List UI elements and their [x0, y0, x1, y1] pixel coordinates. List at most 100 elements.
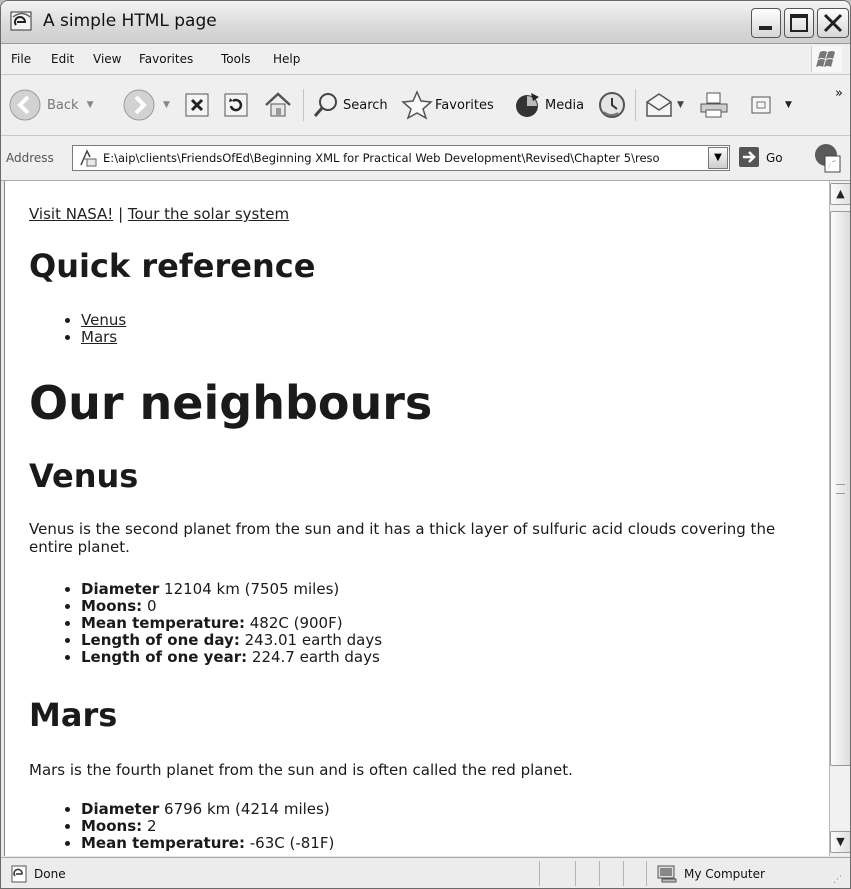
menu-favorites[interactable]: Favorites	[139, 52, 193, 66]
scroll-grip-icon	[836, 484, 845, 494]
fact-label: Moons:	[81, 597, 143, 615]
back-label: Back	[47, 97, 79, 113]
go-arrow-icon	[738, 146, 760, 171]
mail-button[interactable]: ▼	[643, 75, 684, 135]
visit-nasa-link[interactable]: Visit NASA!	[29, 205, 113, 223]
list-item: Moons: 2	[81, 818, 334, 835]
resize-grip-icon[interactable]: ⋰	[833, 875, 842, 885]
tour-solar-system-link[interactable]: Tour the solar system	[128, 205, 289, 223]
refresh-button[interactable]	[223, 75, 249, 135]
list-item: Mean temperature: -63C (-81F)	[81, 835, 334, 852]
close-button[interactable]	[817, 8, 849, 38]
list-item: Length of one day: 243.01 earth days	[81, 632, 382, 649]
forward-button[interactable]: ▼	[121, 75, 170, 135]
ie-app-icon[interactable]	[10, 11, 34, 33]
status-text: Done	[34, 867, 66, 881]
address-url: E:\aip\clients\FriendsOfEd\Beginning XML…	[103, 151, 660, 165]
link-separator: |	[118, 205, 124, 223]
fact-label: Length of one day:	[81, 631, 240, 649]
fact-value: 2	[146, 817, 157, 835]
toolbar-separator	[303, 89, 304, 121]
venus-heading: Venus	[29, 457, 139, 495]
scrollbar-thumb[interactable]	[830, 211, 850, 766]
edit-dropdown-icon[interactable]: ▼	[785, 100, 792, 110]
status-bar: Done My Computer ⋰	[1, 857, 850, 888]
favorites-button[interactable]: Favorites	[401, 75, 494, 135]
media-label: Media	[545, 97, 585, 113]
page-file-icon	[78, 149, 98, 171]
history-button[interactable]	[597, 75, 627, 135]
stop-button[interactable]	[184, 75, 210, 135]
fact-value: 482C (900F)	[249, 614, 343, 632]
fact-value: 12104 km (7505 miles)	[164, 580, 340, 598]
status-panel	[539, 861, 540, 886]
mars-description: Mars is the fourth planet from the sun a…	[29, 761, 573, 779]
window-title: A simple HTML page	[43, 11, 217, 31]
address-dropdown-button[interactable]: ▼	[708, 147, 728, 169]
fact-value: 224.7 earth days	[251, 648, 380, 666]
browser-window: A simple HTML page File Edit View Favori…	[0, 0, 851, 889]
fact-value: 6796 km (4214 miles)	[164, 800, 330, 818]
back-button[interactable]: Back ▼	[7, 75, 93, 135]
home-icon	[263, 90, 293, 120]
fact-label: Diameter	[81, 800, 160, 818]
minimize-button[interactable]	[751, 8, 781, 38]
mars-link[interactable]: Mars	[81, 328, 117, 346]
mars-facts-list: Diameter 6796 km (4214 miles) Moons: 2 M…	[29, 801, 334, 852]
address-bar: Address E:\aip\clients\FriendsOfEd\Begin…	[1, 136, 850, 181]
toolbar-overflow-chevron[interactable]: »	[835, 63, 843, 123]
forward-arrow-icon	[121, 87, 157, 123]
fact-label: Moons:	[81, 817, 143, 835]
standard-toolbar: Back ▼ ▼ Search Favorites Media ▼ ▼ »	[1, 75, 850, 136]
back-dropdown-icon[interactable]: ▼	[87, 100, 94, 110]
fact-value: 0	[146, 597, 157, 615]
venus-facts-list: Diameter 12104 km (7505 miles) Moons: 0 …	[29, 581, 382, 666]
my-computer-icon	[656, 864, 680, 888]
back-arrow-icon	[7, 87, 43, 123]
mars-heading: Mars	[29, 696, 118, 734]
fact-label: Mean temperature:	[81, 834, 245, 852]
menu-tools[interactable]: Tools	[221, 52, 251, 66]
menu-file[interactable]: File	[11, 52, 31, 66]
home-button[interactable]	[263, 75, 293, 135]
our-neighbours-heading: Our neighbours	[29, 376, 433, 430]
venus-description: Venus is the second planet from the sun …	[29, 520, 776, 556]
go-label: Go	[766, 151, 783, 165]
edit-page-icon	[749, 93, 773, 117]
quick-reference-list: Venus Mars	[29, 312, 126, 346]
menu-help[interactable]: Help	[273, 52, 300, 66]
acrobat-icon[interactable]	[811, 141, 845, 179]
fact-value: -63C (-81F)	[249, 834, 335, 852]
status-panel	[646, 861, 647, 886]
scroll-up-arrow-icon[interactable]: ▲	[830, 183, 850, 205]
edit-button[interactable]: ▼	[749, 75, 792, 135]
fact-label: Mean temperature:	[81, 614, 245, 632]
address-input[interactable]: E:\aip\clients\FriendsOfEd\Beginning XML…	[72, 145, 730, 171]
top-links: Visit NASA! | Tour the solar system	[29, 205, 289, 223]
fact-label: Diameter	[81, 580, 160, 598]
menu-edit[interactable]: Edit	[51, 52, 74, 66]
search-button[interactable]: Search	[311, 75, 388, 135]
venus-link[interactable]: Venus	[81, 311, 126, 329]
address-label: Address	[6, 151, 54, 165]
history-icon	[597, 90, 627, 120]
scroll-down-arrow-icon[interactable]: ▼	[830, 831, 850, 853]
star-icon	[401, 90, 433, 120]
vertical-scrollbar[interactable]: ▲ ▼	[829, 181, 850, 856]
list-item: Moons: 0	[81, 598, 382, 615]
status-panel	[599, 861, 600, 886]
fact-label: Length of one year:	[81, 648, 248, 666]
title-bar: A simple HTML page	[1, 1, 850, 44]
print-button[interactable]	[698, 75, 730, 135]
menu-bar: File Edit View Favorites Tools Help	[1, 44, 850, 75]
forward-dropdown-icon[interactable]: ▼	[163, 100, 170, 110]
menu-view[interactable]: View	[93, 52, 121, 66]
printer-icon	[698, 90, 730, 120]
list-item: Mars	[81, 329, 126, 346]
media-button[interactable]: Media	[513, 75, 584, 135]
go-button[interactable]: Go	[738, 146, 783, 170]
mail-dropdown-icon[interactable]: ▼	[677, 100, 684, 110]
list-item: Venus	[81, 312, 126, 329]
list-item: Length of one year: 224.7 earth days	[81, 649, 382, 666]
maximize-button[interactable]	[784, 8, 814, 38]
